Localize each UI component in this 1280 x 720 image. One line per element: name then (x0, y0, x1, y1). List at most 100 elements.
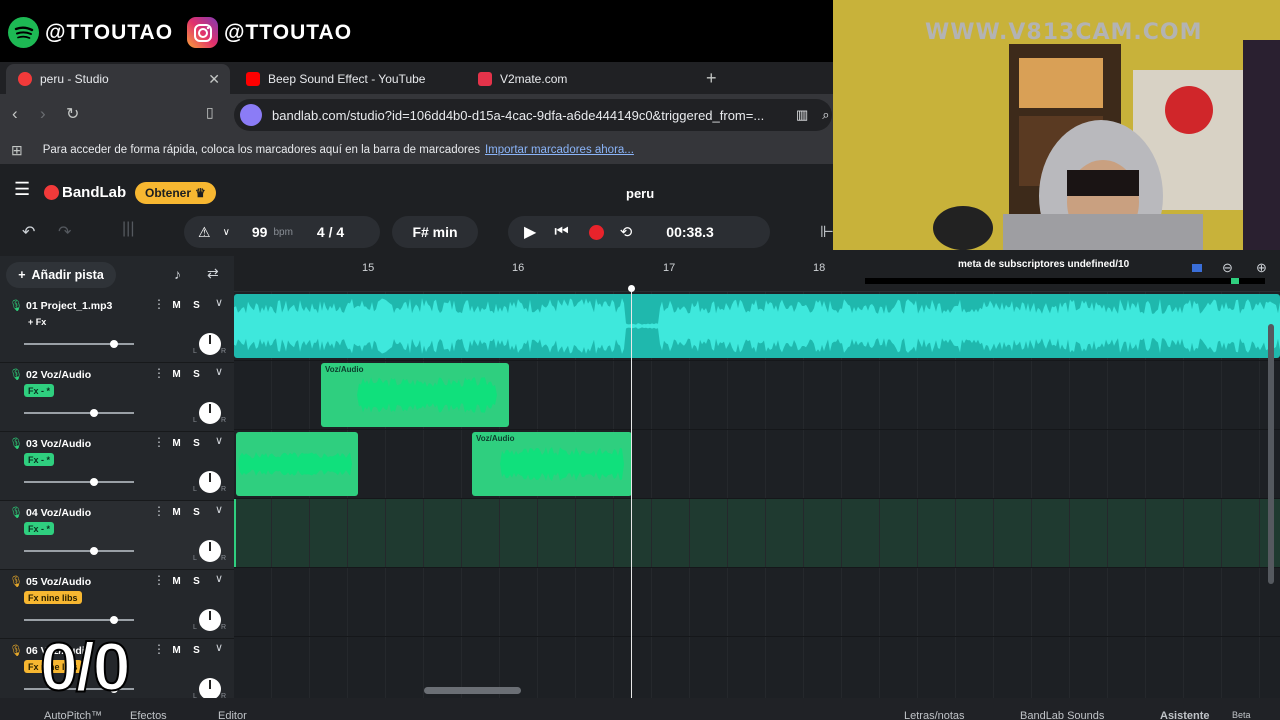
autopitch-button[interactable]: AutoPitch™ (44, 710, 102, 720)
add-track-button[interactable]: + Añadir pista (6, 262, 116, 288)
volume-slider[interactable] (24, 340, 134, 348)
assistant-button[interactable]: Asistente (1160, 710, 1210, 720)
track-header[interactable]: 🎙 04 Voz/Audio ⋮ M S ∨ Fx - * L R (0, 501, 234, 570)
reader-mode-icon[interactable]: ▥ (796, 107, 808, 123)
mute-button[interactable]: M (169, 574, 184, 589)
vertical-scrollbar[interactable] (1268, 324, 1274, 584)
metronome-dropdown-icon[interactable]: ∨ (223, 227, 230, 238)
zoom-in-icon[interactable]: ⊕ (1256, 260, 1267, 276)
bookmark-icon[interactable]: ▯ (206, 104, 214, 121)
track-name[interactable]: 02 Voz/Audio (26, 369, 91, 381)
volume-slider[interactable] (24, 547, 134, 555)
chevron-down-icon[interactable]: ∨ (215, 641, 223, 654)
bpm-value[interactable]: 99 (252, 224, 268, 240)
playhead[interactable] (631, 292, 632, 698)
back-icon[interactable]: ‹ (12, 104, 18, 124)
tuner-icon[interactable]: ⊩ (820, 222, 834, 242)
playhead-handle[interactable] (628, 285, 635, 292)
menu-icon[interactable]: ☰ (14, 179, 30, 200)
audio-region[interactable]: Voz/Audio (472, 432, 632, 496)
site-info-icon[interactable] (240, 104, 262, 126)
skip-back-icon[interactable]: ⏮ (554, 223, 568, 241)
mute-button[interactable]: M (169, 505, 184, 520)
editor-button[interactable]: Editor (218, 710, 247, 720)
forward-icon[interactable]: › (40, 104, 46, 124)
mic-icon[interactable]: 🎙 (9, 644, 23, 657)
undo-icon[interactable]: ↶ (22, 222, 35, 242)
mute-button[interactable]: M (169, 436, 184, 451)
redo-icon[interactable]: ↷ (58, 222, 71, 242)
audio-region[interactable] (234, 294, 1280, 358)
lane-5[interactable] (234, 568, 1280, 637)
more-options-icon[interactable]: ⋮ (153, 573, 165, 587)
mute-button[interactable]: M (169, 643, 184, 658)
solo-button[interactable]: S (189, 298, 204, 313)
tab-peru-studio[interactable]: peru - Studio ✕ (6, 64, 230, 94)
more-options-icon[interactable]: ⋮ (153, 435, 165, 449)
zoom-out-icon[interactable]: ⊖ (1222, 260, 1233, 276)
pan-knob[interactable] (199, 678, 221, 700)
volume-knob[interactable] (110, 616, 119, 624)
fx-tag[interactable]: Fx nine libs (24, 591, 82, 604)
track-name[interactable]: 01 Project_1.mp3 (26, 300, 112, 312)
track-name[interactable]: 04 Voz/Audio (26, 507, 91, 519)
snap-grid-icon[interactable] (1192, 264, 1202, 272)
solo-button[interactable]: S (189, 436, 204, 451)
fx-tag[interactable]: Fx - * (24, 384, 55, 397)
key-selector[interactable]: F# min (392, 216, 478, 248)
more-options-icon[interactable]: ⋮ (153, 504, 165, 518)
fx-tag[interactable]: Fx - * (24, 522, 55, 535)
audio-region[interactable]: Voz/Audio (321, 363, 509, 427)
mic-icon[interactable]: 🎙 (9, 506, 23, 519)
mic-icon[interactable]: 🎙 (9, 575, 23, 588)
record-icon[interactable] (588, 224, 604, 240)
mic-icon[interactable]: 🎙 (9, 437, 23, 450)
volume-slider[interactable] (24, 478, 134, 486)
volume-knob[interactable] (90, 547, 99, 555)
volume-slider[interactable] (24, 616, 134, 624)
solo-button[interactable]: S (189, 367, 204, 382)
lane-2[interactable]: Voz/Audio (234, 361, 1280, 430)
search-icon[interactable]: ⌕ (822, 107, 829, 123)
reload-icon[interactable]: ↻ (66, 104, 79, 124)
import-bookmarks-link[interactable]: Importar marcadores ahora... (485, 144, 634, 156)
chevron-down-icon[interactable]: ∨ (215, 503, 223, 516)
volume-knob[interactable] (110, 340, 119, 348)
mic-icon[interactable]: 🎙 (9, 368, 23, 381)
pan-knob[interactable] (199, 540, 221, 562)
fx-tag[interactable]: Fx - * (24, 453, 55, 466)
fx-tag[interactable]: + Fx (24, 315, 50, 328)
audio-region[interactable] (236, 432, 358, 496)
pan-knob[interactable] (199, 471, 221, 493)
tab-v2mate[interactable]: V2mate.com (466, 64, 692, 94)
metronome-icon[interactable]: ⚠ (198, 224, 211, 241)
mic-icon[interactable]: 🎙 (9, 299, 23, 312)
volume-knob[interactable] (90, 409, 99, 417)
chevron-down-icon[interactable]: ∨ (215, 365, 223, 378)
time-signature[interactable]: 4 / 4 (317, 224, 344, 240)
horizontal-scrollbar[interactable] (424, 687, 521, 694)
effects-button[interactable]: Efectos (130, 710, 167, 720)
more-options-icon[interactable]: ⋮ (153, 366, 165, 380)
pan-knob[interactable] (199, 609, 221, 631)
sounds-button[interactable]: BandLab Sounds (1020, 710, 1104, 720)
lane-1[interactable] (234, 292, 1280, 361)
lane-6[interactable] (234, 637, 1280, 706)
apps-grid-icon[interactable]: ⊞ (11, 142, 23, 159)
solo-button[interactable]: S (189, 505, 204, 520)
mute-button[interactable]: M (169, 367, 184, 382)
lane-4[interactable] (234, 499, 1280, 568)
track-name[interactable]: 03 Voz/Audio (26, 438, 91, 450)
track-header[interactable]: 🎙 03 Voz/Audio ⋮ M S ∨ Fx - * L R (0, 432, 234, 501)
volume-knob[interactable] (90, 478, 99, 486)
track-header[interactable]: 🎙 02 Voz/Audio ⋮ M S ∨ Fx - * L R (0, 363, 234, 432)
chevron-down-icon[interactable]: ∨ (215, 434, 223, 447)
chevron-down-icon[interactable]: ∨ (215, 296, 223, 309)
close-tab-icon[interactable]: ✕ (208, 71, 220, 88)
mute-button[interactable]: M (169, 298, 184, 313)
lane-3[interactable]: Voz/Audio (234, 430, 1280, 499)
solo-button[interactable]: S (189, 574, 204, 589)
upgrade-button[interactable]: Obtener ♛ (135, 182, 216, 204)
pan-knob[interactable] (199, 333, 221, 355)
pan-knob[interactable] (199, 402, 221, 424)
